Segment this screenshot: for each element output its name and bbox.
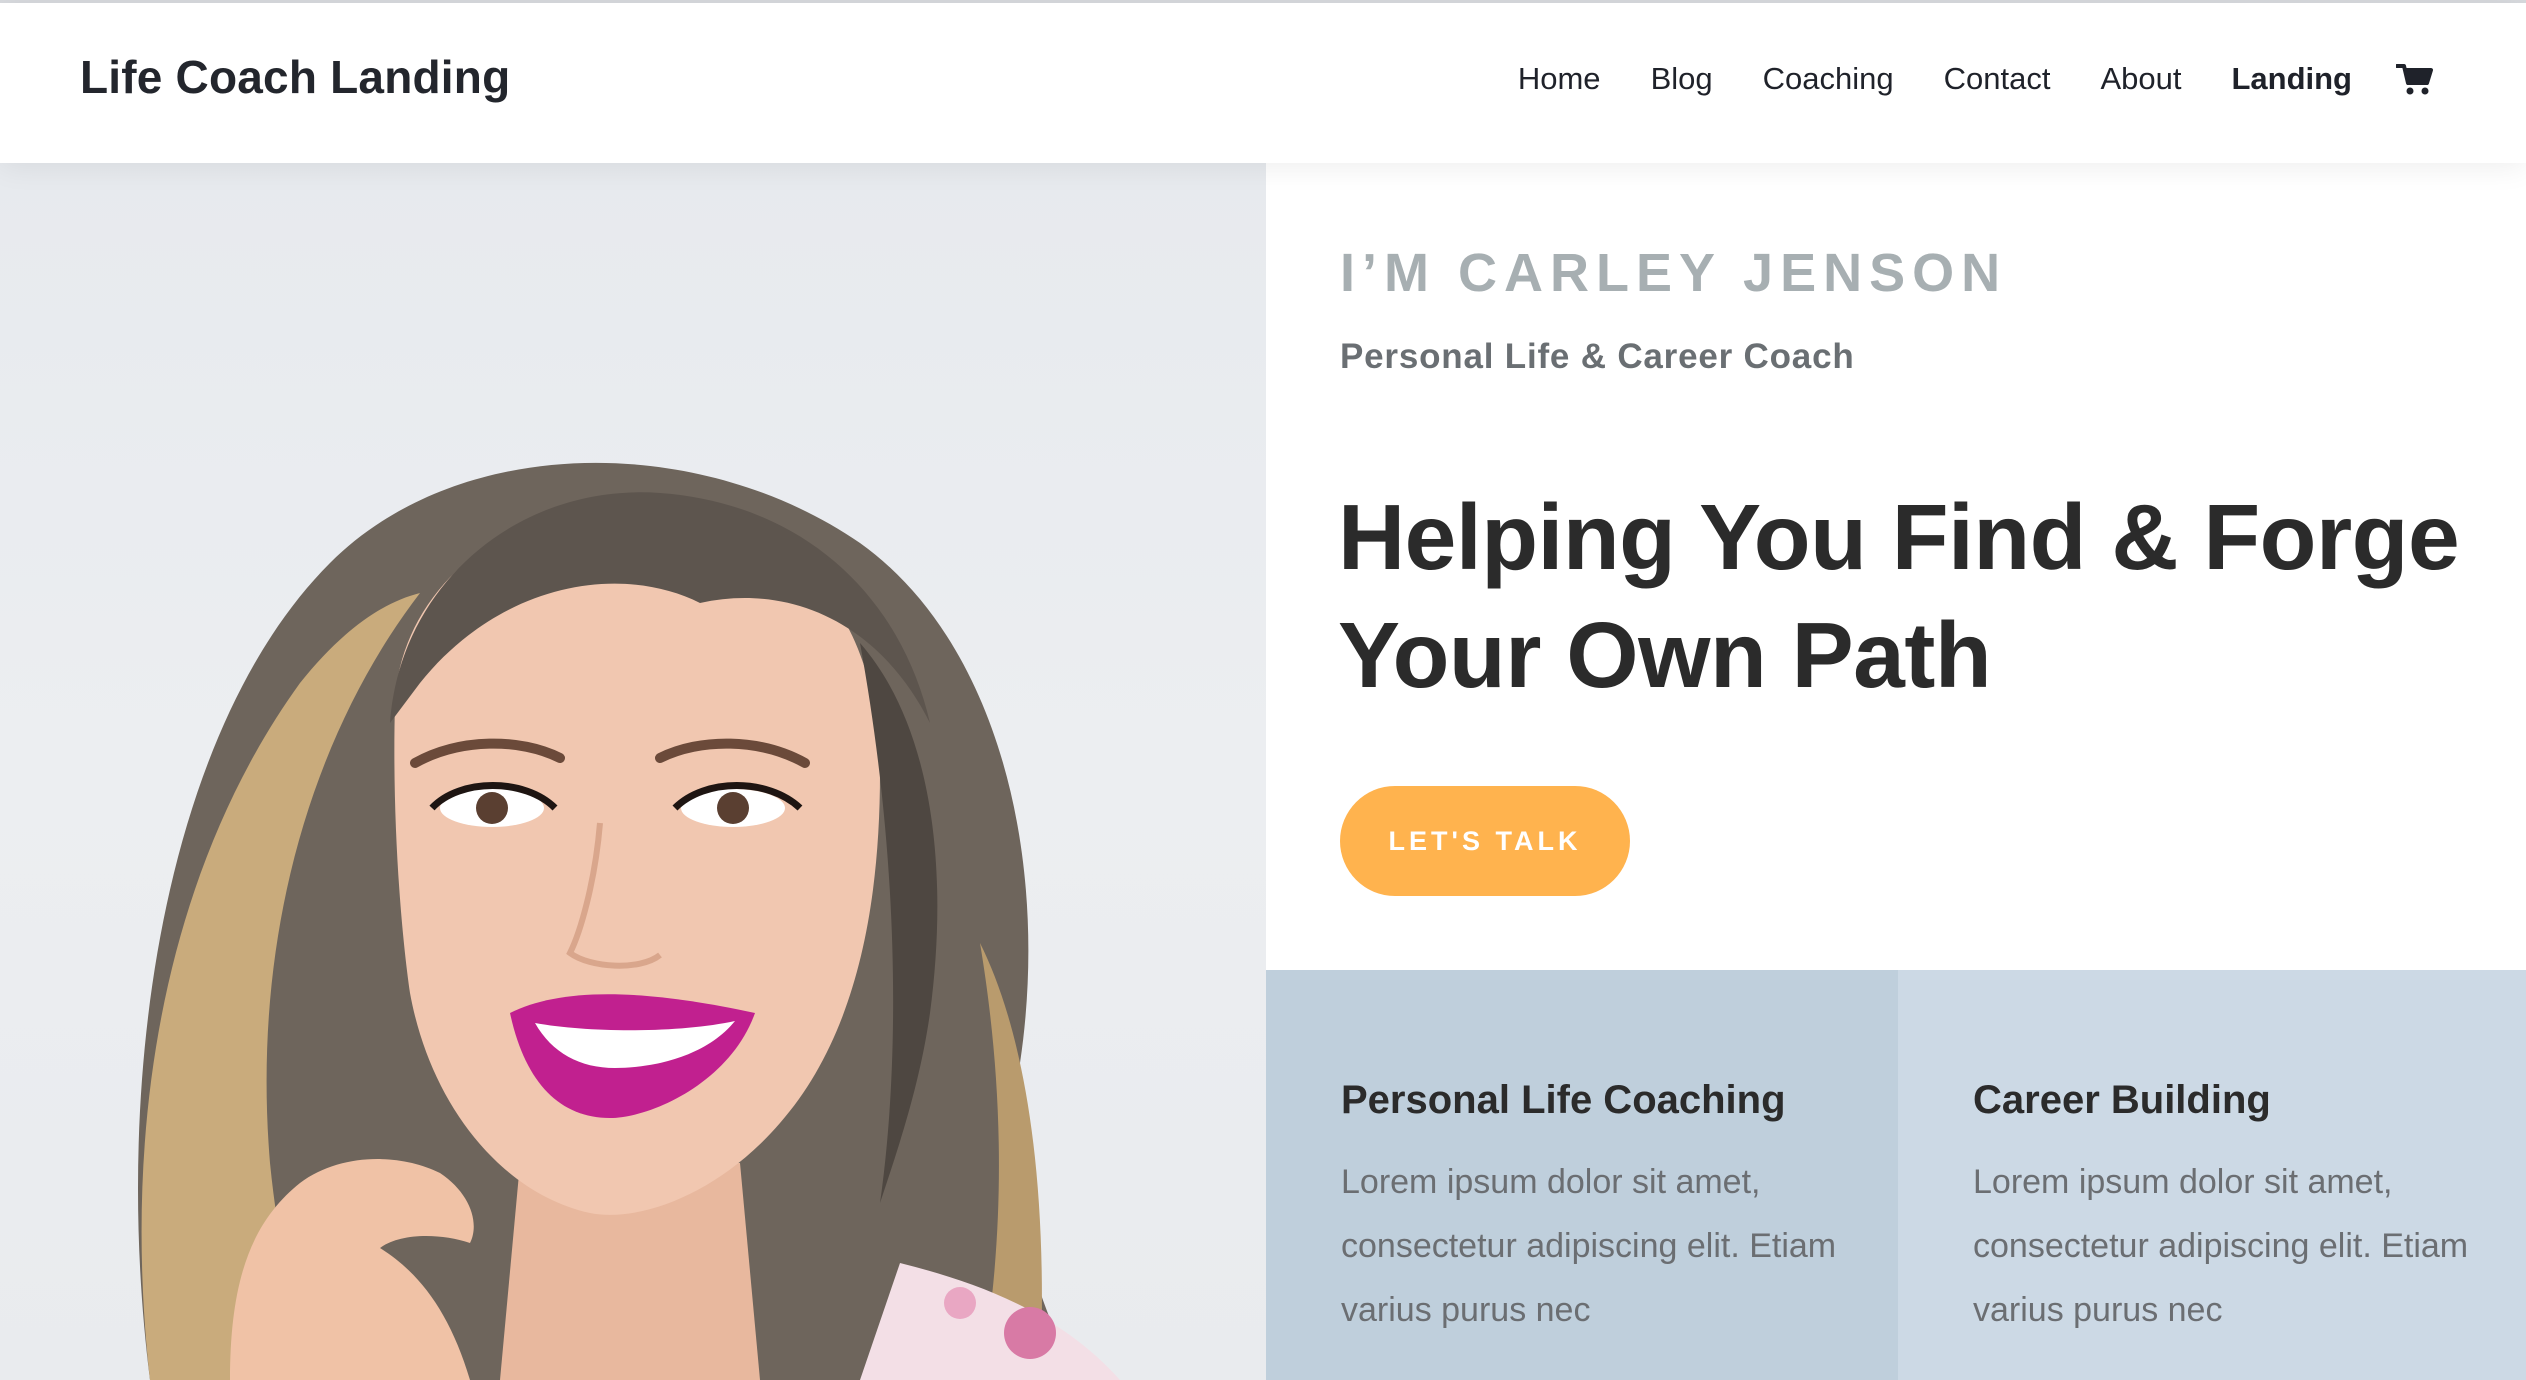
main-nav: Home Blog Coaching Contact About Landing xyxy=(1468,61,2434,97)
hero-subtitle: Personal Life & Career Coach xyxy=(1340,337,1855,376)
lets-talk-button[interactable]: LET'S TALK xyxy=(1340,786,1630,896)
service-card-title: Career Building xyxy=(1973,1078,2271,1122)
shopping-cart-icon[interactable] xyxy=(2395,61,2434,97)
service-card-text: Lorem ipsum dolor sit amet, consectetur … xyxy=(1341,1163,1837,1329)
nav-item-blog[interactable]: Blog xyxy=(1651,61,1713,97)
nav-item-home[interactable]: Home xyxy=(1518,61,1601,97)
nav-item-contact[interactable]: Contact xyxy=(1944,61,2051,97)
hero-eyebrow: I’M CARLEY JENSON xyxy=(1340,243,2008,303)
site-logo[interactable]: Life Coach Landing xyxy=(80,50,510,104)
service-card-personal-life: Personal Life Coaching Lorem ipsum dolor… xyxy=(1266,970,1898,1380)
nav-item-landing[interactable]: Landing xyxy=(2231,61,2352,97)
nav-item-about[interactable]: About xyxy=(2100,61,2181,97)
nav-item-coaching[interactable]: Coaching xyxy=(1763,61,1894,97)
hero-headline-line-1: Helping You Find & Forge xyxy=(1338,485,2460,589)
hero-headline-line-2: Your Own Path xyxy=(1338,603,1992,707)
coach-portrait-photo xyxy=(0,163,1266,1380)
hero-headline: Helping You Find & Forge Your Own Path xyxy=(1338,478,2468,714)
service-card-text: Lorem ipsum dolor sit amet, consectetur … xyxy=(1973,1163,2469,1329)
service-card-career-building: Career Building Lorem ipsum dolor sit am… xyxy=(1898,970,2526,1380)
service-card-title: Personal Life Coaching xyxy=(1341,1078,1786,1122)
site-header: Life Coach Landing Home Blog Coaching Co… xyxy=(0,3,2526,163)
